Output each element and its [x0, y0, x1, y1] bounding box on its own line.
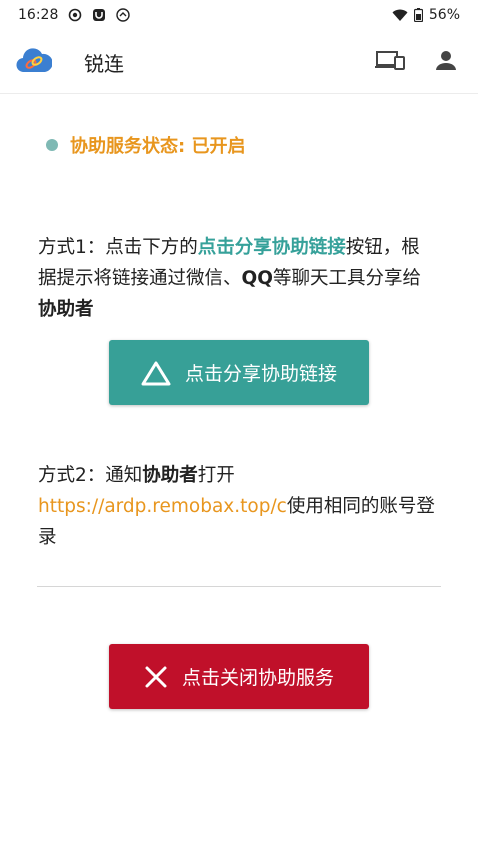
wifi-icon	[392, 9, 408, 21]
account-button[interactable]	[430, 46, 462, 74]
cloud-link-logo	[16, 48, 52, 73]
method2-prefix: 方式2：通知	[38, 465, 143, 486]
devices-button[interactable]	[374, 46, 406, 74]
app-bar: 锐连	[0, 30, 478, 94]
method2-url[interactable]: https://ardp.remobax.top/c	[38, 496, 287, 517]
shield-app-icon	[93, 9, 106, 21]
method1-link: 点击分享协助链接	[197, 237, 346, 258]
share-button-label: 点击分享协助链接	[184, 363, 337, 385]
clock: 16:28	[18, 7, 59, 23]
divider	[37, 586, 441, 587]
status-text: 协助服务状态: 已开启	[70, 136, 246, 157]
method1-text: 方式1：点击下方的点击分享协助链接按钮，根据提示将链接通过微信、QQ等聊天工具分…	[38, 232, 438, 325]
close-icon	[145, 666, 167, 687]
devices-icon	[375, 51, 405, 70]
service-status: 协助服务状态: 已开启	[46, 132, 245, 158]
status-bar: 16:28 56%	[0, 0, 478, 30]
method2-open: 打开	[197, 465, 235, 486]
close-button-label: 点击关闭协助服务	[181, 667, 334, 689]
app-title: 锐连	[84, 52, 124, 76]
method1-qq: QQ	[241, 268, 273, 289]
close-service-button[interactable]: 点击关闭协助服务	[109, 644, 369, 709]
method1-prefix: 方式1：点击下方的	[38, 237, 198, 258]
share-link-button[interactable]: 点击分享协助链接	[109, 340, 369, 405]
status-bar-right: 56%	[392, 7, 460, 23]
method1-helper: 协助者	[38, 299, 94, 320]
method1-tail: 等聊天工具分享给	[272, 268, 421, 289]
share-triangle-icon	[141, 361, 171, 385]
status-bar-left: 16:28	[18, 7, 131, 23]
target-icon	[69, 8, 82, 22]
battery-icon	[413, 8, 423, 22]
status-dot	[46, 139, 58, 151]
cloud-sync-icon	[116, 8, 131, 22]
battery-percent: 56%	[428, 7, 460, 23]
person-icon	[436, 51, 456, 70]
method2-text: 方式2：通知协助者打开 https://ardp.remobax.top/c使用相…	[38, 460, 448, 553]
method2-helper: 协助者	[142, 465, 198, 486]
